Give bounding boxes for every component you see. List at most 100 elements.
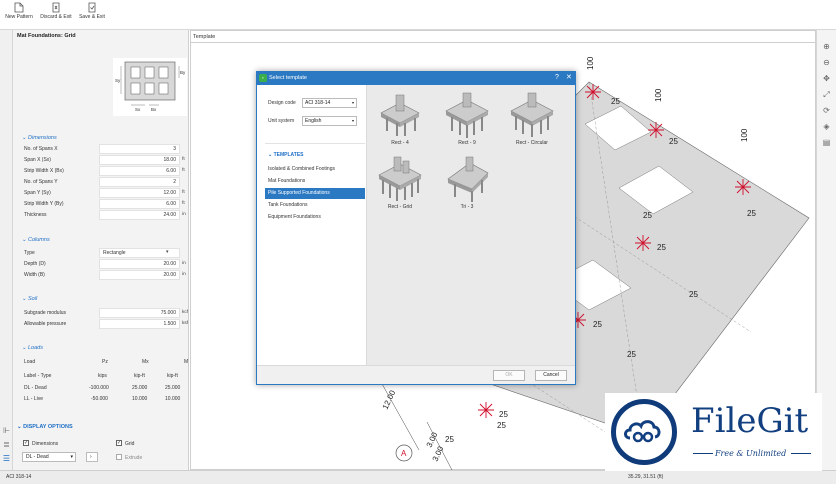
soil-value-input[interactable]: 75.000 <box>99 308 180 318</box>
template-rect-9[interactable]: Rect - 9 <box>438 91 496 147</box>
pile-cap-rect-4-icon <box>380 94 420 136</box>
extrude-checkbox-label: Extrude <box>125 455 143 461</box>
load-cell: 25.000 <box>132 385 148 391</box>
select-template-dialog: ▪ Select template ? ✕ Design code ACI 31… <box>256 71 576 385</box>
layers-icon[interactable]: ≣ <box>2 440 11 449</box>
properties-icon[interactable]: ☰ <box>2 454 11 463</box>
dim-label: Strip Width Y (By) <box>24 201 64 207</box>
column-value-input[interactable]: 20.00 <box>99 270 180 280</box>
toolbar: New Pattern Discard & Exit Save & Exit <box>0 0 836 30</box>
table-row[interactable]: LL - Live -50.000 10.000 10.000 <box>22 394 188 405</box>
dim-row: Strip Width Y (By) 6.00 ft <box>22 199 188 210</box>
rotate-icon[interactable]: ⟳ <box>822 106 831 115</box>
columns-header: Columns <box>28 237 50 243</box>
print-icon[interactable]: ▤ <box>822 138 831 147</box>
column-unit: in <box>182 261 186 266</box>
loads-unit: Label - Type <box>24 373 52 379</box>
view-3d-icon[interactable]: ◈ <box>822 122 831 131</box>
save-exit-button[interactable]: Save & Exit <box>78 2 106 28</box>
design-code-select[interactable]: ACI 318-14 ▾ <box>302 98 357 108</box>
template-caption: Rect - 9 <box>458 140 476 146</box>
gridline-marker-label: A <box>401 449 407 458</box>
dim-row: Strip Width X (Bx) 6.00 ft <box>22 166 188 177</box>
table-row[interactable]: DL - Dead -100.000 25.000 25.000 <box>22 383 188 394</box>
load-cell: -100.000 <box>89 385 109 391</box>
canvas-title: Template <box>193 34 216 40</box>
dim-value-input[interactable]: 24.00 <box>99 210 180 220</box>
loads-section-header[interactable]: ⌄Loads <box>22 345 43 351</box>
category-mat-foundations[interactable]: Mat Foundations <box>265 176 365 187</box>
column-rebar <box>735 179 751 195</box>
zoom-out-icon[interactable]: ⊖ <box>822 58 831 67</box>
discard-exit-icon <box>52 2 60 13</box>
dim-unit: ft <box>182 190 185 195</box>
soil-section-header[interactable]: ⌄Soil <box>22 296 37 302</box>
cloud-icon <box>624 420 661 443</box>
close-button[interactable]: ✕ <box>566 74 572 82</box>
pile-cap-grid-icon <box>378 156 422 201</box>
dim-value-input[interactable]: 18.00 <box>99 155 180 165</box>
extrude-checkbox[interactable] <box>116 454 122 460</box>
category-tank-foundations[interactable]: Tank Foundations <box>265 200 365 211</box>
dim-label: Strip Width X (Bx) <box>24 168 64 174</box>
dim-unit: ft <box>182 157 185 162</box>
grid-checkbox[interactable]: ✓ <box>116 440 122 446</box>
dim-row: Span X (Sx) 18.00 ft <box>22 155 188 166</box>
loads-header-row: Load Pz Mx My <box>22 357 188 368</box>
status-design-code: ACI 318-14 <box>6 474 32 480</box>
template-gallery: Rect - 4 Rect - 9 Rect - Circular Rect -… <box>367 85 575 365</box>
column-rebar <box>635 235 651 251</box>
ok-button[interactable]: OK <box>493 370 525 381</box>
pile-cap-rect-9-icon <box>445 92 489 138</box>
dim-value-input[interactable]: 6.00 <box>99 166 180 176</box>
template-tri-3[interactable]: Tri - 3 <box>438 155 496 211</box>
template-rect-4[interactable]: Rect - 4 <box>371 91 429 147</box>
dim-label: 25 <box>689 290 698 299</box>
dim-value-input[interactable]: 12.00 <box>99 188 180 198</box>
dim-value-input[interactable]: 6.00 <box>99 199 180 209</box>
dimensions-section-header[interactable]: ⌄Dimensions <box>22 135 57 141</box>
template-rect-grid[interactable]: Rect - Grid <box>371 155 429 211</box>
help-button[interactable]: ? <box>555 74 559 82</box>
dialog-sidebar: Design code ACI 318-14 ▾ Unit system Engl… <box>257 85 367 365</box>
column-rebar <box>648 122 664 138</box>
unit-system-value: English <box>305 118 322 124</box>
display-options-header[interactable]: ⌄ DISPLAY OPTIONS <box>17 424 73 430</box>
unit-system-select[interactable]: English ▾ <box>302 116 357 126</box>
sy-label: Sy <box>115 78 121 83</box>
dim-unit: ft <box>182 201 185 206</box>
dim-value-input[interactable]: 2 <box>99 177 180 187</box>
dim-label: 100 <box>586 56 595 70</box>
template-rect-circular[interactable]: Rect - Circular <box>503 91 561 147</box>
dimensions-checkbox[interactable]: ✓ <box>23 440 29 446</box>
soil-label: Subgrade modulus <box>24 310 66 316</box>
properties-panel: Mat Foundations: Grid Sy By Sx Bx ⌄Dimen… <box>13 30 189 470</box>
pan-icon[interactable]: ✥ <box>822 74 831 83</box>
discard-exit-button[interactable]: Discard & Exit <box>40 2 72 28</box>
category-equipment-foundations[interactable]: Equipment Foundations <box>265 212 365 223</box>
columns-section-header[interactable]: ⌄Columns <box>22 237 50 243</box>
grid-preview-diagram: Sy By Sx Bx <box>115 61 186 112</box>
zoom-in-icon[interactable]: ⊕ <box>822 42 831 51</box>
new-pattern-button[interactable]: New Pattern <box>4 2 34 28</box>
next-load-button[interactable]: › <box>86 452 98 462</box>
cancel-button[interactable]: Cancel <box>535 370 567 381</box>
dim-label: 25 <box>499 410 508 419</box>
save-exit-icon <box>88 2 96 13</box>
design-code-label: Design code <box>268 100 296 106</box>
column-label: Width (B) <box>24 272 45 278</box>
category-isolated-combined[interactable]: Isolated & Combined Footings <box>265 164 365 175</box>
loads-col-header: Pz <box>102 359 108 365</box>
load-case-select[interactable]: DL - Dead ▾ <box>22 452 76 462</box>
dim-label: Span X (Sx) <box>24 157 51 163</box>
pile-cap-circular-icon <box>510 92 554 137</box>
fit-icon[interactable]: ⤢ <box>822 90 831 99</box>
loads-unit: kip-ft <box>167 373 178 379</box>
category-pile-supported[interactable]: Pile Supported Foundations <box>265 188 365 199</box>
column-value-input[interactable]: 20.00 <box>99 259 180 269</box>
tree-icon[interactable]: ⊩ <box>2 426 11 435</box>
soil-value-input[interactable]: 1.500 <box>99 319 180 329</box>
loads-units-row: Label - Type kips kip-ft kip-ft <box>22 371 188 382</box>
soil-label: Allowable pressure <box>24 321 67 327</box>
dim-value-input[interactable]: 3 <box>99 144 180 154</box>
